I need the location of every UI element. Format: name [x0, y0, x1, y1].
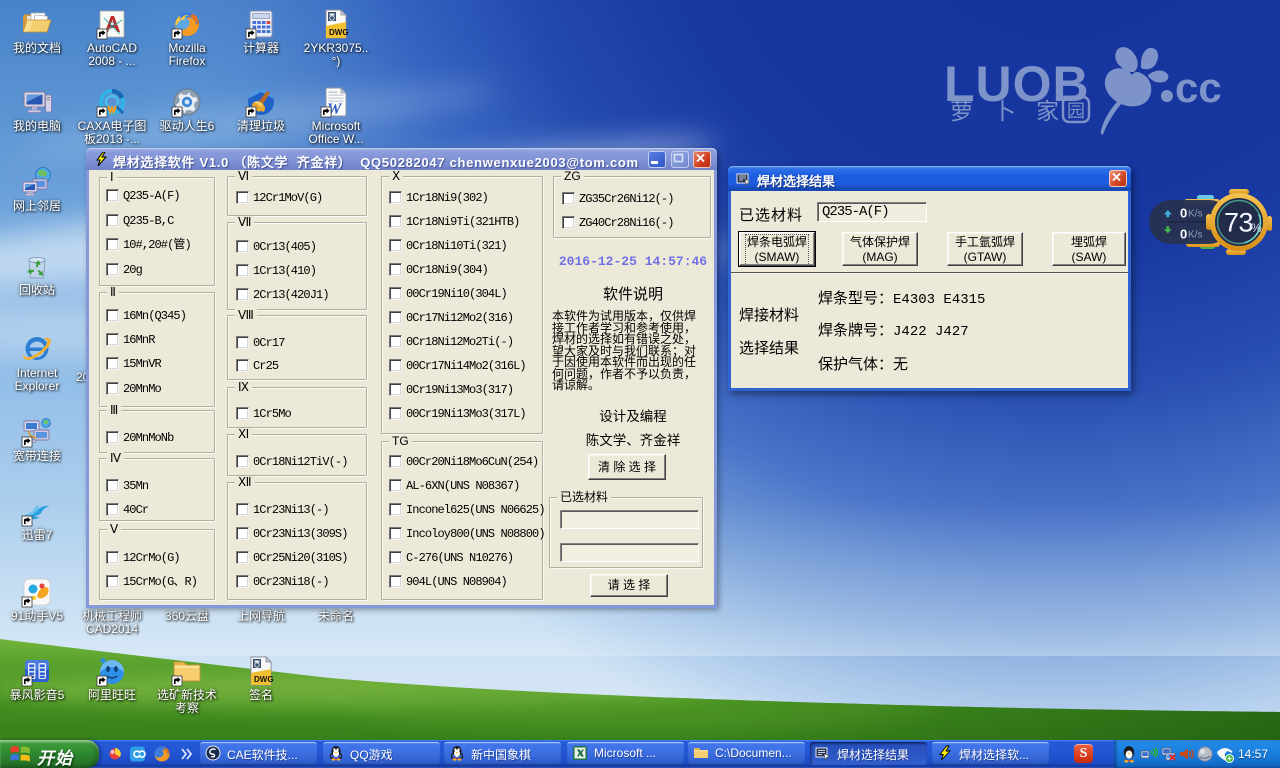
- svg-text:%: %: [1251, 221, 1262, 235]
- svg-text:cc: cc: [1175, 64, 1222, 111]
- svg-text:K/s: K/s: [1188, 230, 1202, 241]
- svg-text:0: 0: [1180, 227, 1187, 242]
- svg-text:K/s: K/s: [1188, 209, 1202, 220]
- svg-text:DWG: DWG: [254, 675, 274, 684]
- svg-text:0: 0: [1180, 206, 1187, 221]
- svg-text:园: 园: [1067, 101, 1085, 121]
- svg-text:萝卜家: 萝卜家: [950, 98, 1079, 124]
- svg-text:DWG: DWG: [329, 28, 349, 37]
- svg-text:73: 73: [1224, 208, 1253, 238]
